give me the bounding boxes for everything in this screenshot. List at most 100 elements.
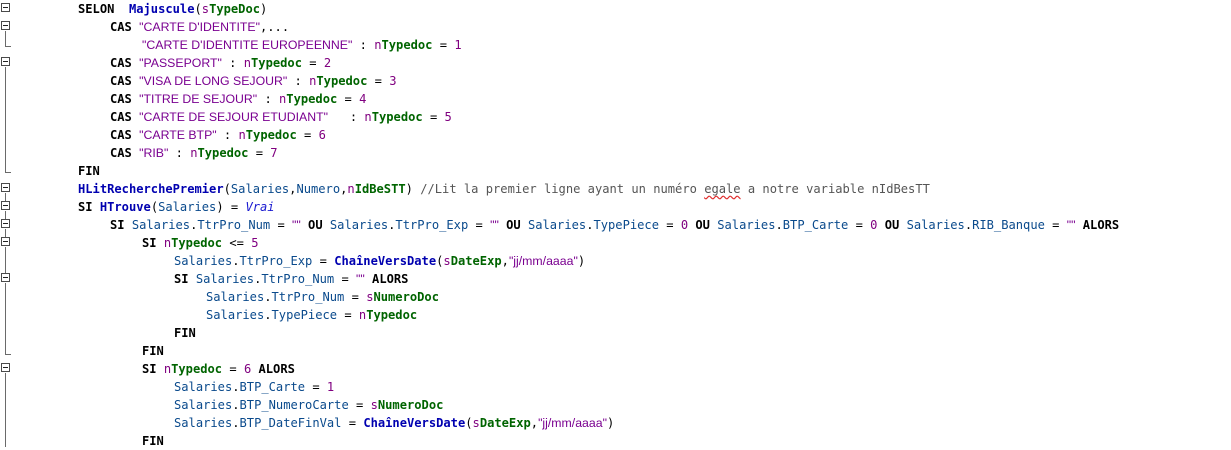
fold-toggle-icon[interactable]	[1, 219, 10, 228]
identifier: Salaries	[527, 218, 587, 232]
variable-name: NumeroDoc	[373, 290, 439, 304]
operator: .	[964, 218, 973, 232]
string-literal: "jj/mm/aaaa"	[538, 416, 607, 430]
code-line[interactable]: SI Salaries.TtrPro_Num = "" ALORS	[174, 270, 408, 288]
identifier: Salaries	[717, 218, 776, 232]
fold-toggle-icon[interactable]	[1, 21, 10, 30]
operator: (	[150, 200, 159, 214]
operator: :	[257, 92, 280, 106]
operator: :	[221, 56, 244, 70]
variable-name: Typedoc	[251, 56, 302, 70]
variable-name: Typedoc	[171, 236, 223, 250]
code-line[interactable]: HLitRecherchePremier(Salaries,Numero,nId…	[78, 180, 930, 198]
variable-prefix: s	[370, 398, 378, 412]
operator: :	[168, 146, 191, 160]
operator: )	[260, 2, 268, 16]
identifier: TtrPro_Exp	[395, 218, 469, 232]
variable-name: NumeroDoc	[377, 398, 444, 412]
operator: :	[328, 110, 365, 124]
number-literal: 1	[326, 380, 335, 394]
code-line[interactable]: SI Salaries. TtrPro_Num = "" OU Salaries.…	[110, 216, 1119, 234]
code-line[interactable]: CAS "CARTE D'IDENTITE",...	[110, 18, 289, 36]
code-line[interactable]: CAS "VISA DE LONG SEJOUR" : nTypedoc = 3	[110, 72, 396, 90]
operator: =	[422, 110, 445, 124]
variable-name: DateExp	[450, 254, 502, 268]
fold-guide-line	[5, 67, 6, 172]
function-name: ChaîneVersDate	[363, 416, 466, 430]
variable-name: TypeDoc	[209, 2, 261, 16]
code-line[interactable]: FIN	[142, 432, 164, 450]
string-literal: "PASSEPORT"	[139, 56, 222, 70]
operator: =	[341, 416, 364, 430]
boolean-literal: Vrai	[245, 200, 275, 214]
code-line[interactable]: FIN	[174, 324, 196, 342]
fold-toggle-icon[interactable]	[1, 3, 10, 12]
code-line[interactable]: FIN	[78, 162, 100, 180]
number-literal: 5	[444, 110, 452, 124]
code-editor[interactable]: SELON Majuscule(sTypeDoc) CAS "CARTE D'ID…	[0, 0, 1231, 450]
string-literal: "VISA DE LONG SEJOUR"	[139, 74, 288, 88]
keyword: FIN	[78, 164, 100, 178]
variable-prefix: s	[201, 2, 210, 16]
number-literal: 6	[318, 128, 326, 142]
code-line[interactable]: SI HTrouve(Salaries) = Vrai	[78, 198, 275, 216]
code-line[interactable]: CAS "TITRE DE SEJOUR" : nTypedoc = 4	[110, 90, 366, 108]
keyword: OU	[498, 218, 528, 232]
code-line[interactable]: CAS "CARTE BTP" : nTypedoc = 6	[110, 126, 326, 144]
function-name: HTrouve	[99, 200, 151, 214]
operator: .	[232, 398, 240, 412]
operator: =	[270, 218, 293, 232]
variable-prefix: n	[364, 110, 372, 124]
identifier: TtrPro_Num	[197, 218, 271, 232]
code-line[interactable]: SI nTypedoc = 6 ALORS	[142, 360, 295, 378]
fold-toggle-icon[interactable]	[1, 201, 10, 210]
identifier: Salaries	[906, 218, 965, 232]
keyword: SELON	[78, 2, 115, 16]
fold-toggle-icon[interactable]	[1, 237, 10, 246]
operator: ,	[501, 254, 509, 268]
identifier: TtrPro_Num	[271, 290, 345, 304]
code-line[interactable]: Salaries.TtrPro_Exp = ChaîneVersDate(sDa…	[174, 252, 585, 270]
operator: =	[468, 218, 491, 232]
operator: =	[367, 74, 390, 88]
variable-prefix: n	[347, 182, 355, 196]
operator: .	[264, 308, 272, 322]
operator: =	[432, 38, 455, 52]
keyword: ALORS	[1075, 218, 1120, 232]
keyword: CAS	[110, 146, 140, 160]
fold-toggle-icon[interactable]	[1, 273, 10, 282]
string-literal: "CARTE BTP"	[139, 128, 217, 142]
code-line[interactable]: Salaries.TtrPro_Num = sNumeroDoc	[206, 288, 439, 306]
variable-prefix: n	[243, 56, 252, 70]
code-line[interactable]: FIN	[142, 342, 164, 360]
fold-toggle-icon[interactable]	[1, 363, 10, 372]
code-line[interactable]: Salaries.BTP_NumeroCarte = sNumeroDoc	[174, 396, 443, 414]
variable-name: Typedoc	[245, 128, 297, 142]
fold-toggle-icon[interactable]	[1, 57, 10, 66]
code-line[interactable]: Salaries.TypePiece = nTypedoc	[206, 306, 417, 324]
string-literal: "TITRE DE SEJOUR"	[139, 92, 258, 106]
code-line[interactable]: "CARTE D'IDENTITE EUROPEENNE" : nTypedoc…	[142, 36, 462, 54]
operator: )	[405, 182, 421, 196]
code-line[interactable]: CAS "PASSEPORT" : nTypedoc = 2	[110, 54, 331, 72]
number-literal: 3	[389, 74, 397, 88]
code-line[interactable]: Salaries.BTP_Carte = 1	[174, 378, 334, 396]
variable-name: Typedoc	[316, 74, 368, 88]
identifier: Salaries	[329, 218, 389, 232]
variable-name: Typedoc	[381, 38, 433, 52]
code-line[interactable]: SELON Majuscule(sTypeDoc)	[78, 0, 267, 18]
keyword: OU	[688, 218, 718, 232]
identifier: Salaries	[195, 272, 255, 286]
fold-toggle-icon[interactable]	[1, 183, 10, 192]
identifier: Salaries	[174, 380, 233, 394]
fold-guide-end	[5, 354, 11, 355]
code-line[interactable]: Salaries.BTP_DateFinVal = ChaîneVersDate…	[174, 414, 614, 432]
identifier: Numero	[296, 182, 341, 196]
fold-guide-line	[5, 211, 6, 219]
variable-prefix: n	[238, 128, 246, 142]
code-line[interactable]: SI nTypedoc <= 5	[142, 234, 259, 252]
code-line[interactable]: CAS "CARTE DE SEJOUR ETUDIANT" : nTypedo…	[110, 108, 452, 126]
keyword: CAS	[110, 128, 140, 142]
keyword: FIN	[174, 326, 196, 340]
code-line[interactable]: CAS "RIB" : nTypedoc = 7	[110, 144, 278, 162]
